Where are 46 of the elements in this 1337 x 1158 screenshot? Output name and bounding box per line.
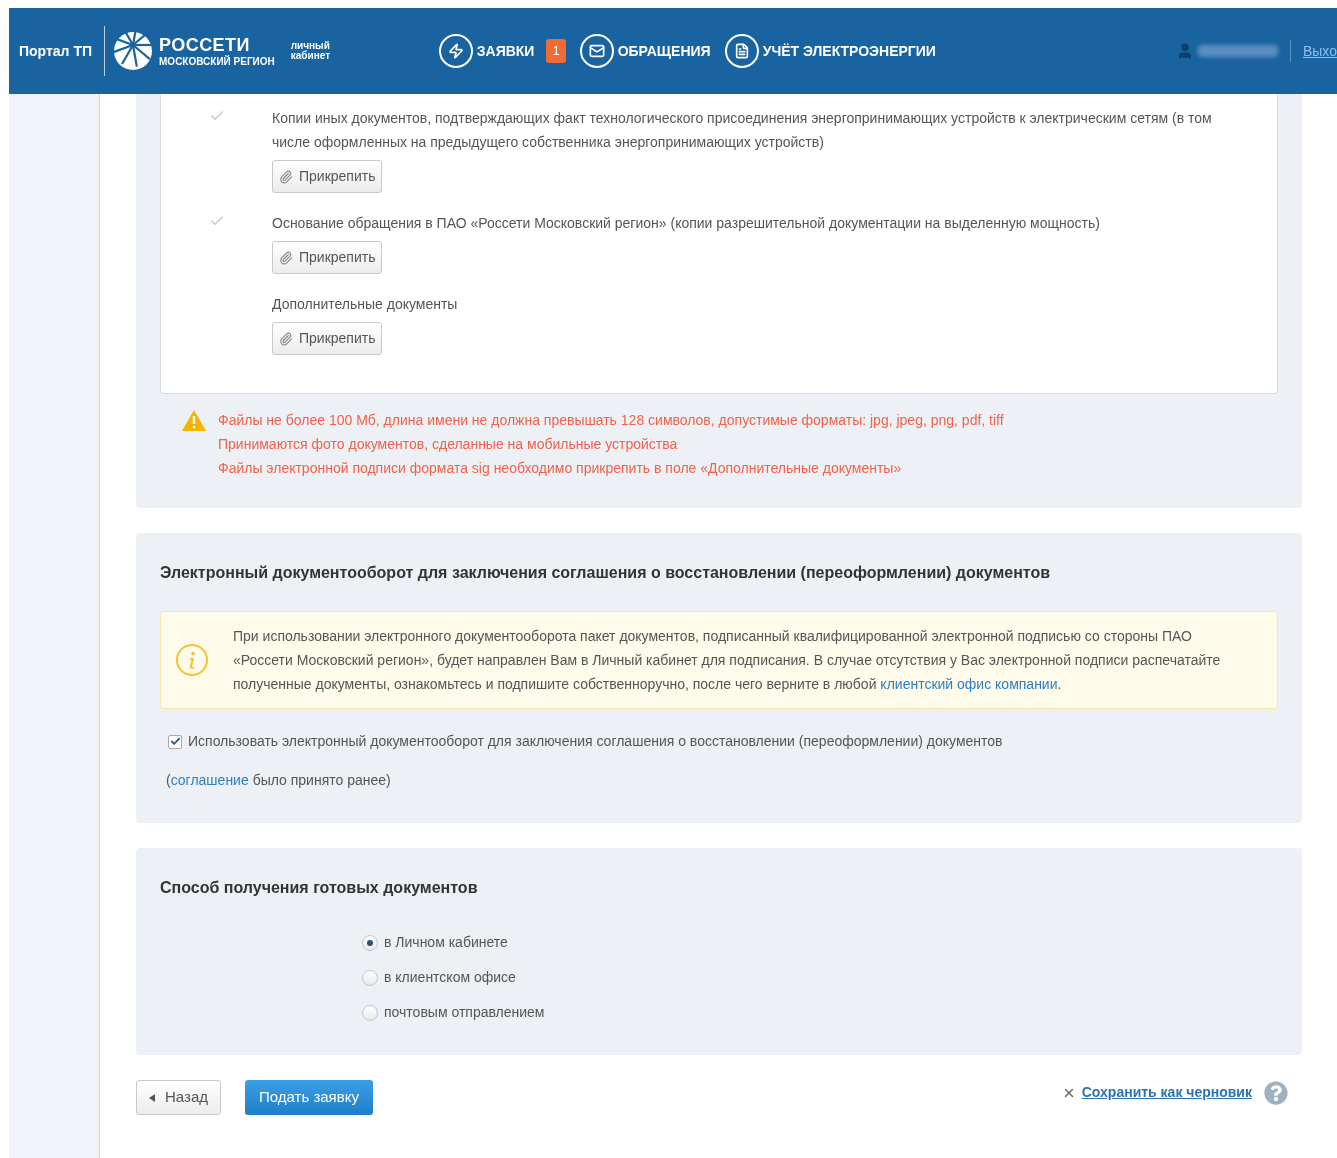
radio-label: в Личном кабинете bbox=[384, 933, 508, 952]
brand-name: РОССЕТИ bbox=[159, 35, 251, 54]
brand-region: МОСКОВСКИЙ РЕГИОН bbox=[159, 56, 275, 67]
file-note: Файлы не более 100 Мб, длина имени не должна превышать 128 символов, допустимые форматы: jpg, jpeg, png, pdf, tiff bbox=[218, 411, 1004, 430]
portal-title[interactable]: Портал ТП bbox=[19, 40, 93, 62]
paperclip-icon bbox=[279, 331, 293, 346]
logout-link[interactable]: Выхо bbox=[1302, 40, 1337, 62]
radio-button[interactable] bbox=[362, 969, 378, 986]
bolt-icon bbox=[438, 34, 473, 68]
info-icon bbox=[175, 643, 209, 677]
document-label: Дополнительные документы bbox=[272, 295, 458, 314]
section-title: Способ получения готовых документов bbox=[160, 878, 479, 898]
mail-icon bbox=[579, 34, 614, 68]
section-title: Электронный документооборот для заключения соглашения о восстановлении (переоформлении) документов bbox=[160, 563, 1052, 583]
document-label: Основание обращения в ПАО «Россети Московский регион» (копии разрешительной документации на выделенную мощность) bbox=[272, 214, 1100, 233]
agreement-checkbox[interactable] bbox=[168, 734, 182, 749]
warning-icon bbox=[182, 410, 206, 431]
agreement-label: Использовать электронный документооборот для заключения соглашения о восстановлении (переоформлении) документов bbox=[188, 732, 1003, 751]
left-triangle-icon bbox=[149, 1093, 155, 1102]
paperclip-icon bbox=[279, 169, 293, 184]
office-link[interactable]: клиентский офис компании bbox=[880, 676, 1058, 692]
agreement-note: (соглашение было принято ранее) bbox=[166, 771, 392, 790]
document-label: Копии иных документов, подтверждающих факт технологического присоединения энергопринимающих устройств к электрическим сетям (в том числе оформленных на предыдущего собственника энергопринимающих устройств) bbox=[272, 109, 1213, 152]
back-button[interactable]: Назад bbox=[136, 1080, 221, 1115]
logo-icon bbox=[113, 31, 154, 71]
file-note: Файлы электронной подписи формата sig необходимо прикрепить в поле «Дополнительные документы» bbox=[218, 459, 903, 478]
attach-button[interactable]: Прикрепить bbox=[272, 160, 383, 193]
info-text: При использовании электронного документооборота пакет документов, подписанный квалифицированной электронной подписью со стороны ПАО «Россети Московский регион», будет направлен Вам в Личный кабинет для подписания. В случае отсутствия у Вас электронной подписи распечатайте полученные документы, ознакомьтесь и подпишите собственноручно, после чего верните в любой клиентский офис компании. bbox=[233, 627, 1222, 694]
radio-label: в клиентском офисе bbox=[384, 968, 516, 987]
agreement-link[interactable]: соглашение bbox=[170, 772, 249, 788]
file-note: Принимаются фото документов, сделанные на мобильные устройства bbox=[218, 435, 679, 454]
count-badge: 1 bbox=[546, 39, 566, 63]
attach-button[interactable]: Прикрепить bbox=[272, 241, 383, 274]
nav-link[interactable]: ЗАЯВКИ bbox=[476, 40, 535, 62]
paperclip-icon bbox=[279, 250, 293, 265]
cabinet-label: личный кабинет bbox=[290, 41, 332, 61]
radio-button[interactable] bbox=[362, 934, 378, 951]
submit-button[interactable]: Подать заявку bbox=[245, 1080, 373, 1115]
nav-link[interactable]: ОБРАЩЕНИЯ bbox=[617, 40, 711, 62]
document-icon bbox=[724, 34, 759, 68]
save-draft-link[interactable]: Сохранить как черновик bbox=[1081, 1082, 1252, 1103]
radio-button[interactable] bbox=[362, 1004, 378, 1021]
nav-link[interactable]: УЧЁТ ЭЛЕКТРОЭНЕРГИИ bbox=[762, 40, 936, 62]
radio-label: почтовым отправлением bbox=[384, 1003, 545, 1022]
help-icon[interactable] bbox=[1264, 1080, 1288, 1105]
attach-button[interactable]: Прикрепить bbox=[272, 322, 383, 355]
